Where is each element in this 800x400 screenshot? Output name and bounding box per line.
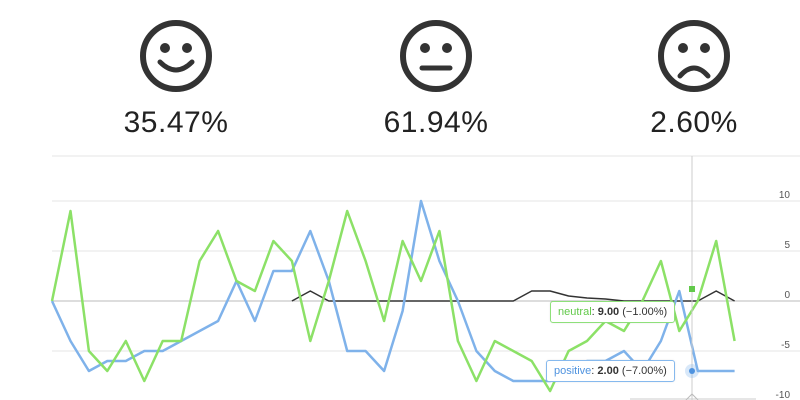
positive-sentiment: 35.47% (96, 18, 256, 140)
positive-percent: 35.47% (123, 106, 229, 139)
sad-face-icon (658, 20, 730, 92)
hover-marker-neutral (689, 286, 695, 292)
y-tick-label: 5 (784, 240, 790, 251)
tooltip-positive-value: 2.00 (597, 365, 619, 377)
y-tick-label: 0 (784, 290, 790, 301)
tooltip-positive-change: (−7.00%) (621, 365, 667, 377)
sentiment-summary: 35.47% 61.94% 2.60% (0, 0, 800, 150)
sentiment-line-chart[interactable]: 10 5 0 -5 -10 (0, 150, 800, 400)
tooltip-positive: positive: 2.00 (−7.00%) (546, 360, 675, 382)
negative-percent: 2.60% (650, 106, 738, 139)
tooltip-neutral-name: neutral (558, 306, 592, 318)
hover-marker-positive (689, 368, 695, 374)
neutral-percent: 61.94% (383, 106, 489, 139)
smiley-face-icon (140, 20, 212, 92)
negative-sentiment: 2.60% (614, 18, 774, 140)
tooltip-neutral-change: (−1.00%) (622, 306, 668, 318)
y-tick-label: -10 (776, 390, 791, 400)
neutral-face-icon (400, 20, 472, 92)
series-line-positive (50, 199, 735, 383)
neutral-sentiment: 61.94% (356, 18, 516, 140)
tooltip-positive-name: positive (554, 365, 592, 377)
tooltip-neutral-value: 9.00 (597, 306, 620, 318)
y-tick-label: 10 (779, 190, 791, 201)
y-tick-label: -5 (781, 340, 790, 351)
tooltip-neutral: neutral: 9.00 (−1.00%) (550, 301, 676, 323)
chart-grid: 10 5 0 -5 -10 (52, 155, 800, 400)
